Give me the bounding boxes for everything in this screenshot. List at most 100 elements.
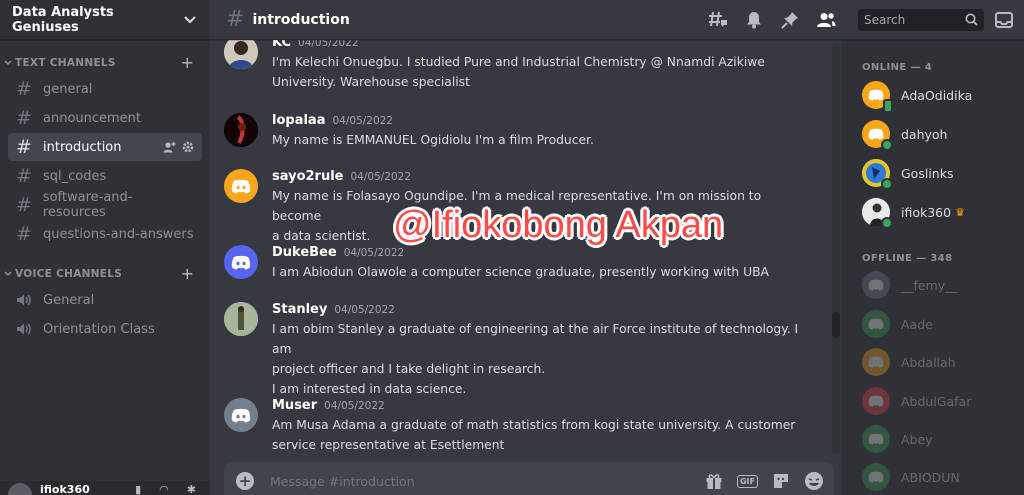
- scrollbar[interactable]: [832, 44, 840, 454]
- discord-logo-icon: [862, 425, 890, 453]
- search-box[interactable]: [858, 8, 984, 31]
- hash-icon: #: [16, 165, 32, 187]
- avatar: [862, 159, 893, 190]
- channel-sql-codes[interactable]: # sql_codes: [8, 162, 202, 190]
- microphone-icon[interactable]: ▮: [135, 483, 141, 495]
- hash-icon: #: [16, 223, 32, 245]
- discord-logo-icon[interactable]: [224, 398, 258, 432]
- search-input[interactable]: [864, 12, 954, 27]
- member-name: Aade: [901, 316, 933, 332]
- member-item[interactable]: AbdulGafar: [862, 385, 1022, 417]
- pin-icon[interactable]: [780, 10, 800, 30]
- current-username: ifiok360: [40, 483, 90, 495]
- message-timestamp: 04/05/2022: [334, 304, 395, 316]
- message: KC 04/05/2022 I'm Kelechi Onuegbu. I stud…: [224, 40, 804, 92]
- hash-icon: #: [226, 7, 245, 32]
- message-timestamp: 04/05/2022: [343, 247, 405, 259]
- message-author[interactable]: lopalaa: [272, 113, 325, 128]
- online-members-label: ONLINE — 4: [862, 62, 933, 73]
- server-name: Data Analysts Geniuses: [12, 4, 114, 35]
- watermark-text: @Ifiokobong Akpan: [393, 204, 724, 246]
- channel-sidebar: Data Analysts Geniuses TEXT CHANNELS + #…: [0, 0, 210, 495]
- member-item[interactable]: Goslinks: [862, 157, 1022, 190]
- text-channel-list: # general # announcement # introduction …: [0, 75, 210, 248]
- member-item[interactable]: Abdallah: [862, 346, 1022, 378]
- mobile-status-icon: [883, 99, 893, 113]
- avatar[interactable]: [8, 483, 32, 495]
- message-author[interactable]: KC: [272, 40, 291, 50]
- speaker-icon: [16, 293, 38, 307]
- member-item[interactable]: dahyoh: [862, 118, 1022, 151]
- message-author[interactable]: DukeBee: [272, 245, 337, 260]
- channel-title: introduction: [252, 11, 350, 28]
- voice-channel-general[interactable]: General: [8, 286, 202, 314]
- hash-icon: #: [16, 136, 32, 158]
- member-item[interactable]: Aade: [862, 308, 1022, 340]
- discord-logo-icon[interactable]: [224, 169, 258, 203]
- add-attachment-button[interactable]: +: [236, 472, 254, 490]
- message-author[interactable]: sayo2rule: [272, 169, 344, 184]
- offline-members-label: OFFLINE — 348: [862, 253, 953, 264]
- member-name: ifiok360: [901, 204, 952, 220]
- chat-area: KC 04/05/2022 I'm Kelechi Onuegbu. I stud…: [210, 0, 842, 495]
- chevron-down-icon: [4, 271, 12, 277]
- discord-logo-icon: [862, 348, 890, 376]
- channel-announcement[interactable]: # announcement: [8, 104, 202, 132]
- message-timestamp: 04/05/2022: [324, 400, 385, 412]
- message-author[interactable]: Muser: [272, 398, 317, 413]
- category-voice-channels[interactable]: VOICE CHANNELS +: [0, 265, 210, 283]
- category-label: TEXT CHANNELS: [15, 57, 116, 69]
- channel-label: Orientation Class: [43, 321, 155, 337]
- message-timestamp: 04/05/2022: [332, 115, 393, 127]
- voice-channel-orientation-class[interactable]: Orientation Class: [8, 315, 202, 343]
- message-author[interactable]: Stanley: [272, 302, 327, 317]
- scrollbar-thumb[interactable]: [832, 312, 840, 338]
- member-name: AbdulGafar: [901, 393, 972, 409]
- avatar: [862, 198, 893, 229]
- member-item[interactable]: Abey: [862, 423, 1022, 455]
- channel-general[interactable]: # general: [8, 75, 202, 103]
- invite-member-icon[interactable]: [163, 141, 176, 153]
- member-list-icon[interactable]: [816, 10, 836, 30]
- gear-icon[interactable]: [182, 141, 194, 153]
- member-item[interactable]: ABIODUN: [862, 461, 1022, 493]
- chevron-down-icon[interactable]: [184, 13, 196, 27]
- add-channel-icon[interactable]: +: [181, 55, 194, 71]
- gif-button[interactable]: GIF: [736, 474, 758, 488]
- member-item[interactable]: AdaOdidika: [862, 79, 1022, 113]
- channel-label: general: [43, 81, 93, 97]
- avatar[interactable]: [224, 302, 258, 336]
- category-text-channels[interactable]: TEXT CHANNELS +: [0, 54, 210, 72]
- message: Muser 04/05/2022 Am Musa Adama a graduate…: [224, 398, 804, 455]
- inbox-icon[interactable]: [994, 10, 1014, 30]
- add-channel-icon[interactable]: +: [181, 266, 194, 282]
- member-name: ABIODUN: [901, 469, 960, 485]
- gear-icon[interactable]: ✱: [187, 483, 196, 495]
- member-item[interactable]: ifiok360 ♛: [862, 196, 1022, 229]
- emoji-icon[interactable]: [804, 471, 824, 491]
- avatar[interactable]: [224, 113, 258, 147]
- server-header[interactable]: Data Analysts Geniuses: [0, 0, 210, 40]
- channel-introduction[interactable]: # introduction: [8, 133, 202, 161]
- online-status-icon: [881, 217, 893, 229]
- hash-icon: #: [16, 194, 32, 216]
- gift-icon[interactable]: [705, 472, 723, 490]
- sticker-icon[interactable]: [772, 472, 790, 490]
- channel-label: General: [43, 292, 95, 308]
- discord-logo-icon: [862, 271, 890, 299]
- message-list[interactable]: KC 04/05/2022 I'm Kelechi Onuegbu. I stud…: [210, 40, 830, 458]
- discord-logo-icon: [862, 120, 893, 151]
- member-name: Abey: [901, 431, 933, 447]
- channel-questions-and-answers[interactable]: # questions-and-answers: [8, 220, 202, 248]
- message-text: I am Abiodun Olawole a computer science …: [272, 265, 769, 279]
- message-input[interactable]: [270, 473, 670, 489]
- threads-icon[interactable]: [708, 10, 728, 30]
- channel-software-and-resources[interactable]: # software-and-resources: [8, 190, 202, 220]
- crown-icon: ♛: [955, 205, 965, 219]
- avatar[interactable]: [224, 40, 258, 69]
- member-item[interactable]: __femy__: [862, 269, 1022, 301]
- discord-logo-icon[interactable]: [224, 245, 258, 279]
- search-icon: [965, 13, 978, 26]
- bell-icon[interactable]: [744, 10, 764, 30]
- headphones-icon[interactable]: ◠: [159, 483, 169, 495]
